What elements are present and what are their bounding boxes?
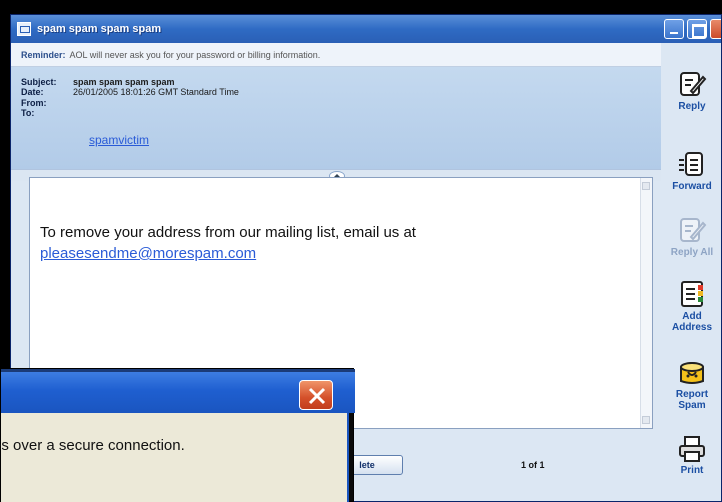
forward-label: Forward (672, 181, 712, 192)
dialog-message: es over a secure connection. (0, 437, 185, 454)
window-title: spam spam spam spam (37, 23, 162, 35)
dialog-title-bar[interactable] (1, 369, 355, 413)
to-recipient-link[interactable]: spamvictim (89, 133, 149, 147)
reply-all-button[interactable]: Reply All (661, 215, 721, 258)
from-label: From: (21, 98, 47, 108)
date-label: Date: (21, 87, 44, 97)
dialog-close-button[interactable] (299, 380, 333, 410)
forward-button[interactable]: Forward (661, 149, 721, 192)
message-text: To remove your address from our mailing … (40, 222, 416, 264)
mail-icon (17, 22, 31, 36)
add-address-label-line2: Address (671, 322, 712, 333)
forward-icon (679, 152, 703, 176)
dialog-body: es over a secure connection. (0, 413, 349, 502)
email-link[interactable]: pleasesendme@morespam.com (40, 243, 416, 264)
from-row: From: (21, 98, 73, 108)
to-label: To: (21, 108, 35, 118)
maximize-button[interactable] (687, 19, 707, 39)
reply-button[interactable]: Reply (661, 69, 721, 112)
to-row: To: (21, 108, 73, 118)
reminder-text: AOL will never ask you for your password… (69, 49, 321, 60)
reply-icon (680, 72, 707, 96)
page-counter: 1 of 1 (521, 460, 545, 470)
date-value: 26/01/2005 18:01:26 GMT Standard Time (73, 87, 239, 97)
vertical-scrollbar[interactable] (640, 178, 652, 428)
printer-icon (679, 436, 705, 462)
reply-all-icon (680, 218, 707, 242)
report-spam-button[interactable]: Report Spam (661, 357, 721, 411)
scroll-up-arrow-icon[interactable] (642, 182, 650, 190)
subject-label: Subject: (21, 77, 57, 87)
scroll-down-arrow-icon[interactable] (642, 416, 650, 424)
message-header: Subject: spam spam spam spam Date: 26/01… (11, 67, 661, 169)
reminder-label: Reminder: (21, 49, 66, 60)
reply-label: Reply (678, 101, 706, 112)
report-spam-label-line1: Report (675, 389, 709, 400)
report-spam-label-line2: Spam (678, 400, 706, 411)
subject-value: spam spam spam spam (73, 77, 175, 87)
minimize-button[interactable] (664, 19, 684, 39)
reminder-bar: Reminder: AOL will never ask you for you… (11, 43, 661, 67)
reply-all-label: Reply All (670, 247, 714, 258)
address-book-icon (681, 281, 703, 307)
subject-row: Subject: spam spam spam spam (21, 77, 175, 87)
report-spam-icon (680, 362, 704, 384)
title-bar[interactable]: spam spam spam spam (11, 15, 721, 43)
print-label: Print (680, 465, 704, 476)
add-address-label-line1: Add (682, 311, 702, 322)
close-button[interactable] (710, 19, 721, 39)
add-address-button[interactable]: Add Address (661, 279, 721, 333)
print-button[interactable]: Print (661, 435, 721, 476)
date-row: Date: 26/01/2005 18:01:26 GMT Standard T… (21, 87, 239, 97)
close-icon (308, 387, 326, 405)
body-text: To remove your address from our mailing … (40, 224, 416, 241)
security-dialog: es over a secure connection. (0, 368, 355, 502)
action-toolbar: Reply Forward Reply All Add Address Repo… (661, 43, 721, 501)
